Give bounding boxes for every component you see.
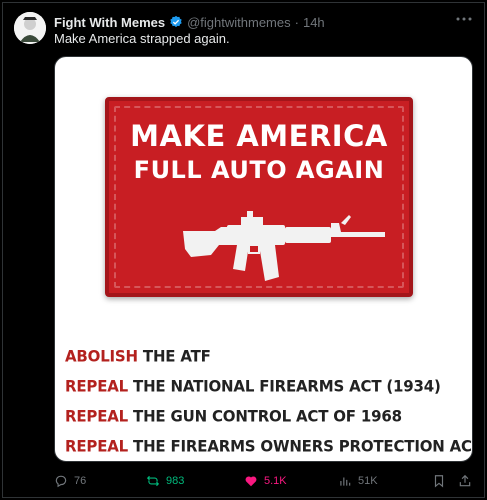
repost-count: 983 bbox=[166, 475, 185, 487]
author-name[interactable]: Fight With Memes bbox=[54, 15, 165, 30]
demand-verb: REPEAL bbox=[65, 406, 129, 426]
avatar[interactable] bbox=[14, 12, 46, 44]
patch-graphic: MAKE AMERICA FULL AUTO AGAIN bbox=[105, 97, 413, 297]
author-handle[interactable]: @fightwithmemes bbox=[187, 15, 291, 30]
demand-line: REPEAL THE GUN CONTROL ACT OF 1968 bbox=[65, 400, 462, 432]
bookmark-button[interactable] bbox=[432, 474, 446, 488]
tweet-image[interactable]: MAKE AMERICA FULL AUTO AGAIN ABOLISH THE… bbox=[54, 56, 473, 462]
like-icon bbox=[245, 476, 257, 487]
repost-button[interactable]: 983 bbox=[146, 474, 184, 488]
demand-line: REPEAL THE FIREARMS OWNERS PROTECTION AC… bbox=[65, 430, 472, 461]
repost-icon bbox=[146, 475, 160, 487]
demands-list: ABOLISH THE ATF REPEAL THE NATIONAL FIRE… bbox=[65, 340, 472, 461]
separator-dot: · bbox=[294, 14, 299, 30]
rifle-icon bbox=[183, 211, 385, 281]
demand-text: THE ATF bbox=[137, 346, 211, 366]
demand-text: THE GUN CONTROL ACT OF 1968 bbox=[128, 406, 402, 426]
patch-text-line2: FULL AUTO AGAIN bbox=[133, 156, 385, 184]
tweet-header: Fight With Memes @fightwithmemes · 14h bbox=[54, 12, 473, 32]
reply-icon bbox=[55, 475, 67, 488]
demand-verb: REPEAL bbox=[65, 436, 129, 456]
timestamp[interactable]: 14h bbox=[303, 15, 325, 30]
more-icon[interactable] bbox=[455, 12, 473, 26]
share-button[interactable] bbox=[458, 474, 472, 488]
action-bar: 76 983 5.1K 51K bbox=[54, 472, 473, 490]
share-icon bbox=[459, 474, 471, 487]
reply-button[interactable]: 76 bbox=[54, 474, 86, 488]
views-count: 51K bbox=[358, 475, 378, 487]
demand-line: ABOLISH THE ATF bbox=[65, 340, 462, 372]
demand-text: THE NATIONAL FIREARMS ACT (1934) bbox=[128, 376, 441, 396]
patch-text-line1: MAKE AMERICA bbox=[130, 119, 388, 153]
views-button[interactable]: 51K bbox=[338, 474, 378, 488]
reply-count: 76 bbox=[74, 475, 87, 487]
demand-verb: ABOLISH bbox=[65, 346, 138, 366]
like-button[interactable]: 5.1K bbox=[244, 474, 287, 488]
verified-badge-icon bbox=[169, 15, 183, 29]
bookmark-icon bbox=[434, 475, 444, 488]
demand-verb: REPEAL bbox=[65, 376, 129, 396]
tweet-text: Make America strapped again. bbox=[54, 31, 230, 46]
demand-text: THE FIREARMS OWNERS PROTECTION ACT (1986… bbox=[133, 436, 472, 456]
avatar-image bbox=[14, 12, 46, 44]
demand-line: REPEAL THE NATIONAL FIREARMS ACT (1934) bbox=[65, 370, 462, 402]
views-icon bbox=[340, 477, 351, 486]
like-count: 5.1K bbox=[264, 475, 287, 487]
